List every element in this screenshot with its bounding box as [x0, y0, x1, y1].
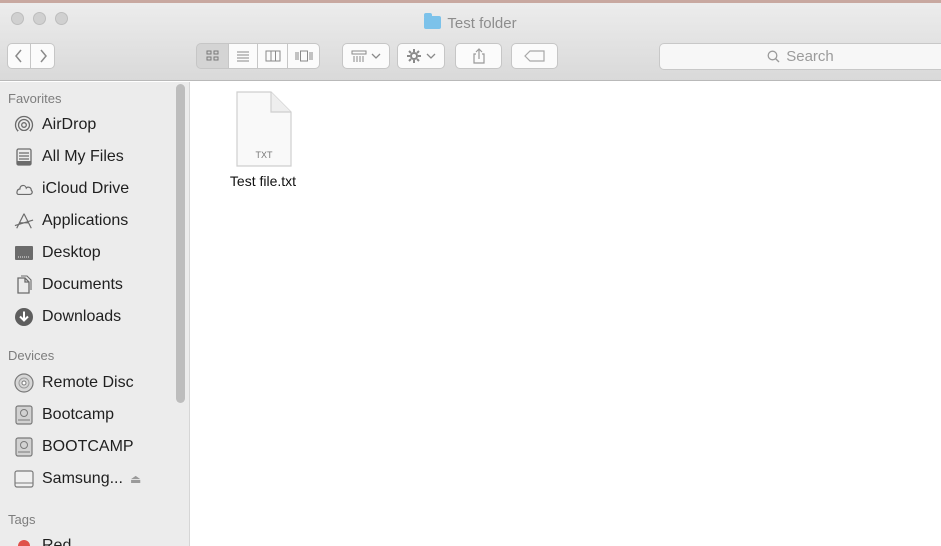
sidebar-section-devices: Devices	[8, 348, 55, 363]
forward-button[interactable]	[31, 43, 55, 69]
sidebar-item-label: Red	[42, 537, 72, 546]
file-item[interactable]: TXT Test file.txt	[213, 90, 313, 189]
share-button[interactable]	[455, 43, 502, 69]
disc-icon	[14, 373, 34, 393]
sidebar-item-label: iCloud Drive	[42, 180, 130, 197]
tag-icon	[523, 50, 545, 62]
sidebar-item-label: Downloads	[42, 308, 122, 325]
sidebar-item-remote-disc[interactable]: Remote Disc	[14, 369, 174, 397]
folder-icon	[424, 13, 442, 29]
sidebar-item-label: AirDrop	[42, 116, 97, 133]
external-drive-icon	[14, 469, 34, 489]
sidebar-section-favorites: Favorites	[8, 91, 62, 106]
sidebar-item-documents[interactable]: Documents	[14, 271, 174, 299]
sidebar-item-bootcamp-volume[interactable]: BOOTCAMP	[14, 433, 174, 461]
window-title: Test folder	[0, 13, 941, 32]
view-mode-control	[196, 43, 320, 69]
text-file-icon: TXT	[236, 91, 292, 167]
sidebar-item-desktop[interactable]: Desktop	[14, 239, 174, 267]
sidebar-item-label: Remote Disc	[42, 374, 134, 391]
sidebar-item-label: Applications	[42, 212, 129, 229]
sidebar-item-applications[interactable]: Applications	[14, 207, 174, 235]
applications-icon	[14, 211, 34, 231]
sidebar-item-all-my-files[interactable]: All My Files	[14, 143, 174, 171]
sidebar-item-icloud-drive[interactable]: iCloud Drive	[14, 175, 174, 203]
chevron-down-icon	[426, 53, 436, 59]
desktop-icon	[14, 243, 34, 263]
column-view-icon	[265, 50, 280, 62]
file-browser-content: TXT Test file.txt	[191, 82, 941, 546]
sidebar-item-label: Documents	[42, 276, 123, 293]
sidebar-scrollbar[interactable]	[176, 84, 185, 403]
sidebar-section-tags: Tags	[8, 512, 36, 527]
sidebar-item-airdrop[interactable]: AirDrop	[14, 111, 174, 139]
back-button[interactable]	[7, 43, 31, 69]
sidebar: Favorites AirDrop All My Files iCloud Dr…	[0, 82, 190, 546]
list-view-icon	[237, 51, 249, 62]
airdrop-icon	[14, 115, 34, 135]
sidebar-item-label: Desktop	[42, 244, 101, 261]
arrange-button[interactable]	[342, 43, 390, 69]
sidebar-item-downloads[interactable]: Downloads	[14, 303, 174, 331]
gear-icon	[407, 49, 421, 63]
all-files-icon	[14, 147, 34, 167]
cloud-icon	[14, 179, 34, 199]
navigation-buttons	[7, 43, 55, 69]
edit-tags-button[interactable]	[511, 43, 558, 69]
cover-flow-view-button[interactable]	[288, 43, 320, 69]
chevron-down-icon	[371, 53, 381, 59]
cover-flow-icon	[295, 50, 312, 62]
chevron-left-icon	[15, 49, 22, 63]
window-toolbar: Test folder Search	[0, 0, 941, 81]
sidebar-item-label: Samsung...	[42, 470, 123, 487]
documents-icon	[14, 275, 34, 295]
share-icon	[472, 48, 485, 64]
search-icon	[767, 50, 780, 63]
sidebar-item-tag-red[interactable]: Red	[14, 532, 174, 546]
file-type-label: TXT	[256, 150, 274, 160]
arrange-icon	[351, 50, 367, 62]
search-placeholder: Search	[786, 48, 834, 65]
downloads-icon	[14, 307, 34, 327]
sidebar-item-label: All My Files	[42, 148, 124, 165]
sidebar-item-bootcamp[interactable]: Bootcamp	[14, 401, 174, 429]
column-view-button[interactable]	[258, 43, 288, 69]
tag-color-icon	[14, 536, 34, 546]
drive-icon	[14, 437, 34, 457]
list-view-button[interactable]	[229, 43, 258, 69]
sidebar-item-label: BOOTCAMP	[42, 438, 134, 455]
search-field[interactable]: Search	[659, 43, 941, 70]
window-top-edge	[0, 0, 941, 3]
file-name: Test file.txt	[229, 173, 297, 189]
sidebar-item-samsung[interactable]: Samsung... ⏏	[14, 465, 174, 493]
window-title-text: Test folder	[447, 15, 517, 32]
icon-view-button[interactable]	[196, 43, 229, 69]
chevron-right-icon	[39, 49, 47, 63]
action-menu-button[interactable]	[397, 43, 445, 69]
sidebar-item-label: Bootcamp	[42, 406, 115, 423]
drive-icon	[14, 405, 34, 425]
icon-view-icon	[206, 50, 218, 61]
eject-icon[interactable]: ⏏	[130, 472, 141, 486]
